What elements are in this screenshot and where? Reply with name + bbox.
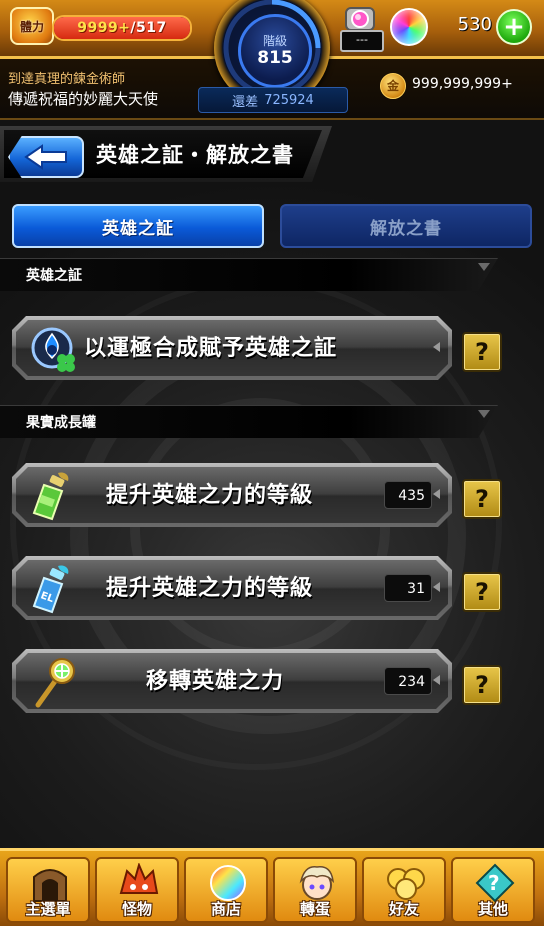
help-button[interactable]: ? xyxy=(462,665,502,705)
svg-text:?: ? xyxy=(488,871,500,895)
nav-shop[interactable]: 商店 xyxy=(184,857,268,923)
rank-label: 階級 xyxy=(262,34,287,48)
exp-remaining: 還差 725924 xyxy=(198,87,348,113)
orb-shop-icon xyxy=(210,865,246,901)
nav-monster[interactable]: 怪物 xyxy=(95,857,179,923)
help-button[interactable]: ? xyxy=(462,479,502,519)
help-button[interactable]: ? xyxy=(462,572,502,612)
other-icon: ? xyxy=(475,863,515,903)
section-title: 英雄之証 xyxy=(26,268,82,284)
player-title-2: 傳遞祝福的妙麗大天使 xyxy=(8,90,159,108)
golden-staff-icon xyxy=(28,655,82,709)
player-title-1: 到達真理的鍊金術師 xyxy=(8,72,126,87)
nav-main-menu[interactable]: 主選單 xyxy=(6,857,90,923)
tab-release-book[interactable]: 解放之書 xyxy=(280,204,532,248)
grant-hero-proof-button[interactable]: 以運極合成賦予英雄之証 xyxy=(12,316,452,380)
stamina-badge: 體力 xyxy=(10,7,54,45)
chevron-left-icon xyxy=(433,582,440,592)
menu-label: 移轉英雄之力 xyxy=(146,669,285,694)
level-up-hero-power-blue-button[interactable]: EL 提升英雄之力的等級 31 xyxy=(12,556,452,620)
chevron-left-icon xyxy=(433,342,440,352)
back-button[interactable] xyxy=(8,136,84,178)
coin-count: 999,999,999+ xyxy=(412,76,513,92)
status-bar: 體力 9999+ /517 階級 815 --- 530 + 到達真理的鍊金術師… xyxy=(0,0,544,120)
exp-remaining-value: 725924 xyxy=(264,92,314,108)
clover-flame-icon xyxy=(28,322,82,376)
orb-count: 530 xyxy=(457,14,492,35)
chevron-left-icon xyxy=(433,489,440,499)
menu-label: 以運極合成賦予英雄之証 xyxy=(84,336,338,361)
stamina-max: /517 xyxy=(130,20,167,36)
coin-icon: 金 xyxy=(380,73,406,99)
page-header: 英雄之証・解放之書 xyxy=(0,122,544,186)
monster-icon xyxy=(119,863,159,894)
page-title: 英雄之証・解放之書 xyxy=(96,143,294,167)
nav-label: 商店 xyxy=(210,900,241,918)
stamina-current: 9999+ xyxy=(77,20,131,36)
section-header-hero-proof: 英雄之証 xyxy=(0,258,498,291)
stamina-label: 體力 xyxy=(19,19,44,34)
help-button[interactable]: ? xyxy=(462,332,502,372)
friends-icon xyxy=(387,868,425,900)
item-count: 435 xyxy=(384,481,432,509)
item-count: 31 xyxy=(384,574,432,602)
nav-label: 怪物 xyxy=(121,900,152,918)
nav-gacha[interactable]: 轉蛋 xyxy=(273,857,357,923)
chevron-left-icon xyxy=(433,675,440,685)
exp-remaining-label: 還差 xyxy=(232,94,259,110)
nav-label: 主選單 xyxy=(25,900,71,918)
nav-label: 其他 xyxy=(477,900,508,918)
green-bottle-icon xyxy=(28,469,82,523)
menu-label: 提升英雄之力的等級 xyxy=(106,483,314,508)
gate-icon xyxy=(33,869,67,902)
menu-label: 提升英雄之力的等級 xyxy=(106,576,314,601)
section-header-fruit-jar: 果實成長罐 xyxy=(0,405,498,438)
nav-label: 轉蛋 xyxy=(299,900,330,918)
orb-icon xyxy=(390,8,428,46)
nav-label: 好友 xyxy=(388,900,419,918)
rank-value: 815 xyxy=(257,48,293,68)
transfer-hero-power-button[interactable]: 移轉英雄之力 234 xyxy=(12,649,452,713)
bottom-nav: 主選單 怪物 商店 轉蛋 好友 ? 其他 xyxy=(0,848,544,926)
level-up-hero-power-green-button[interactable]: 提升英雄之力的等級 435 xyxy=(12,463,452,527)
gacha-character-icon xyxy=(299,866,335,900)
nav-friends[interactable]: 好友 xyxy=(362,857,446,923)
blue-el-bottle-icon: EL xyxy=(28,562,82,616)
nav-other[interactable]: ? 其他 xyxy=(451,857,535,923)
stamina-bar[interactable]: 9999+ /517 xyxy=(52,15,192,41)
item-count: 234 xyxy=(384,667,432,695)
section-title: 果實成長罐 xyxy=(26,415,96,431)
tab-hero-proof[interactable]: 英雄之証 xyxy=(12,204,264,248)
back-arrow-icon xyxy=(24,144,67,170)
add-orb-button[interactable]: + xyxy=(496,9,532,45)
gem-count: --- xyxy=(340,30,384,52)
